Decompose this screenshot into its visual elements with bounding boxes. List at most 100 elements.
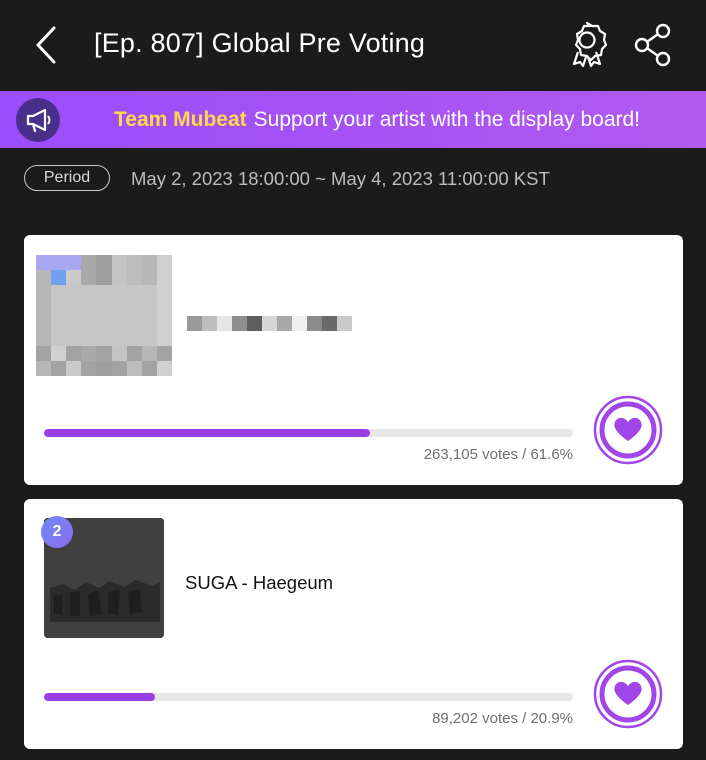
thumbnail-pixel — [66, 315, 82, 331]
thumbnail-pixel — [66, 360, 82, 376]
display-board-banner[interactable]: Team Mubeat Support your artist with the … — [0, 91, 706, 148]
thumbnail-pixel — [81, 255, 97, 271]
thumbnail-pixel — [51, 360, 67, 376]
name-pixel — [232, 316, 247, 331]
award-ribbon-icon — [572, 21, 608, 68]
heart-icon — [593, 659, 663, 729]
thumbnail-pixel — [81, 285, 97, 301]
thumbnail-pixel — [156, 300, 172, 316]
thumbnail-pixel — [126, 345, 142, 361]
name-pixel — [292, 316, 307, 331]
thumbnail-pixel — [126, 300, 142, 316]
thumbnail-pixel — [156, 330, 172, 346]
name-pixel — [322, 316, 337, 331]
thumbnail-pixel — [156, 315, 172, 331]
thumbnail-pixel — [36, 315, 52, 331]
thumbnail-pixel — [141, 300, 157, 316]
thumbnail-pixel — [36, 300, 52, 316]
thumbnail-pixel — [126, 330, 142, 346]
page-title: [Ep. 807] Global Pre Voting — [94, 28, 426, 58]
thumbnail-pixel — [126, 285, 142, 301]
thumbnail-pixel — [156, 255, 172, 271]
thumbnail-pixel — [51, 255, 67, 271]
top-app-bar: [Ep. 807] Global Pre Voting — [0, 0, 706, 90]
share-button[interactable] — [632, 22, 674, 68]
banner-text: Team Mubeat Support your artist with the … — [114, 108, 640, 132]
thumbnail-pixel — [66, 270, 82, 286]
thumbnail-pixel — [111, 330, 127, 346]
thumbnail-pixel — [141, 255, 157, 271]
thumbnail-pixel — [141, 315, 157, 331]
thumbnail-pixel — [141, 330, 157, 346]
thumbnail-pixel — [111, 270, 127, 286]
chevron-left-icon — [36, 26, 56, 64]
thumbnail-pixel — [141, 285, 157, 301]
thumbnail-pixel — [126, 315, 142, 331]
thumbnail-pixel — [36, 270, 52, 286]
back-button[interactable] — [30, 24, 66, 66]
thumbnail-pixel — [51, 315, 67, 331]
thumbnail-pixel — [81, 345, 97, 361]
thumbnail-pixel — [111, 285, 127, 301]
thumbnail-pixel — [66, 285, 82, 301]
vote-progress-fill — [44, 693, 155, 701]
period-label: Period — [24, 165, 110, 191]
name-pixel — [262, 316, 277, 331]
thumbnail-pixel — [51, 345, 67, 361]
banner-brand: Team Mubeat — [114, 108, 247, 131]
vote-count: 263,105 votes / 61.6% — [423, 446, 573, 463]
thumbnail-pixel — [51, 270, 67, 286]
thumbnail-pixel — [66, 345, 82, 361]
name-pixel — [202, 316, 217, 331]
period-range: May 2, 2023 18:00:00 ~ May 4, 2023 11:00… — [131, 168, 550, 189]
candidate-name: SUGA - Haegeum — [185, 572, 334, 593]
megaphone-icon — [26, 108, 51, 133]
thumbnail-pixel — [96, 270, 112, 286]
thumbnail-pixel — [96, 345, 112, 361]
thumbnail-pixel — [156, 270, 172, 286]
thumbnail-pixel — [36, 255, 52, 271]
name-pixel — [277, 316, 292, 331]
rank-badge: 2 — [41, 516, 73, 548]
banner-icon — [16, 98, 60, 142]
thumbnail-pixel — [81, 315, 97, 331]
candidate-card[interactable]: 263,105 votes / 61.6% — [24, 235, 683, 485]
candidate-name-redacted — [187, 316, 357, 331]
thumbnail-pixel — [66, 255, 82, 271]
thumbnail-pixel — [51, 330, 67, 346]
thumbnail-pixel — [66, 330, 82, 346]
thumbnail-pixel — [36, 360, 52, 376]
thumbnail-pixel — [156, 360, 172, 376]
vote-heart-button[interactable] — [593, 395, 663, 465]
ranking-button[interactable] — [564, 20, 610, 68]
vote-progress-bar — [44, 429, 573, 437]
thumbnail-pixel — [96, 360, 112, 376]
thumbnail-pixel — [126, 255, 142, 271]
heart-icon — [593, 395, 663, 465]
thumbnail-pixel — [111, 360, 127, 376]
thumbnail-pixel — [81, 270, 97, 286]
thumbnail-pixel — [36, 330, 52, 346]
name-pixel — [217, 316, 232, 331]
thumbnail-pixel — [81, 300, 97, 316]
thumbnail-pixel — [81, 330, 97, 346]
name-pixel — [247, 316, 262, 331]
thumbnail-pixel — [111, 315, 127, 331]
thumbnail-pixel — [66, 300, 82, 316]
thumbnail-pixel — [81, 360, 97, 376]
vote-heart-button[interactable] — [593, 659, 663, 729]
thumbnail-pixel — [111, 300, 127, 316]
thumbnail-pixel — [36, 345, 52, 361]
candidate-thumbnail — [36, 255, 172, 376]
thumbnail-pixel — [156, 285, 172, 301]
thumbnail-pixel — [96, 330, 112, 346]
vote-progress-fill — [44, 429, 370, 437]
thumbnail-pixel — [96, 315, 112, 331]
share-icon — [634, 23, 671, 67]
thumbnail-pixel — [96, 285, 112, 301]
thumbnail-pixel — [126, 360, 142, 376]
name-pixel — [337, 316, 352, 331]
thumbnail-pixel — [141, 345, 157, 361]
thumbnail-pixel — [156, 345, 172, 361]
candidate-card[interactable]: 2 SUGA - Haegeum 89,202 votes / 20.9% — [24, 499, 683, 749]
